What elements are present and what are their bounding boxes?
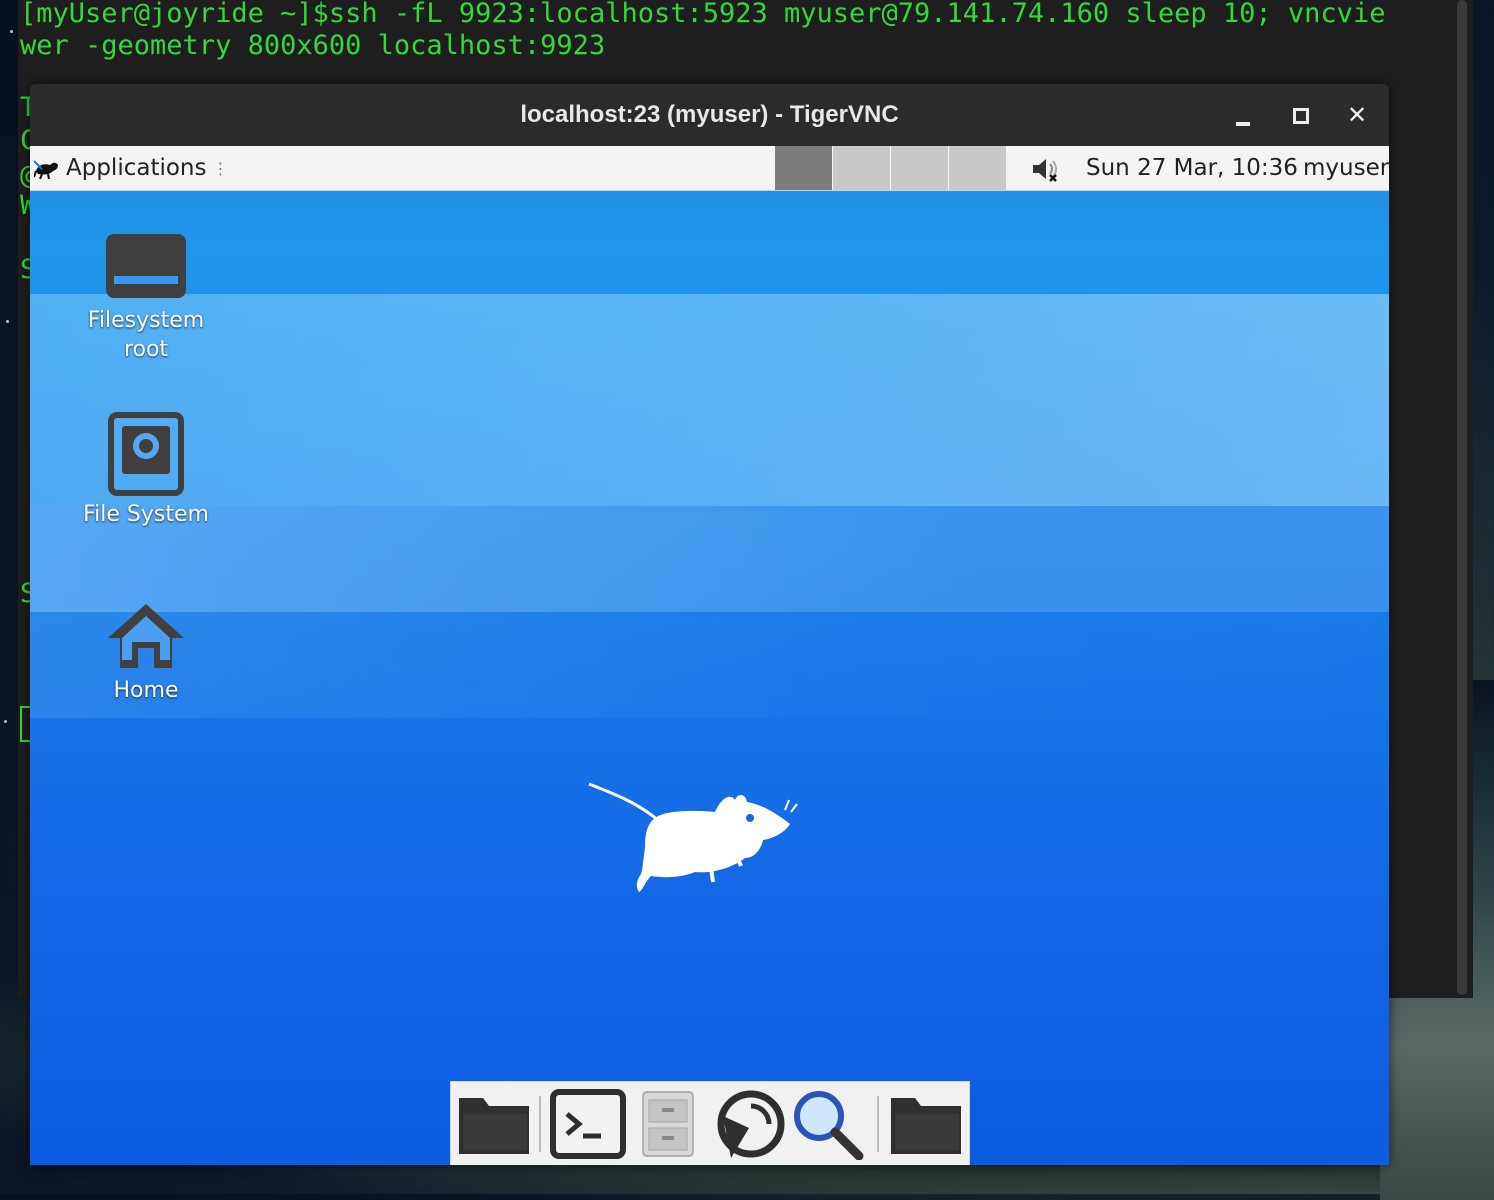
remote-desktop[interactable]: Applications ⋮ Sun 27 Mar, 10:36 myuser … [30,146,1389,1165]
star [4,720,7,723]
maximize-button[interactable] [1283,98,1317,132]
panel-handle: ⋮ [212,158,229,178]
user-menu[interactable]: myuser [1303,146,1389,190]
home-icon [108,604,184,668]
workspace-1[interactable] [775,146,832,190]
vnc-titlebar[interactable]: localhost:23 (myuser) - TigerVNC ✕ [30,84,1389,146]
icon-label: Filesystem [87,308,205,333]
terminal-icon[interactable] [549,1088,627,1160]
vnc-viewer-window[interactable]: localhost:23 (myuser) - TigerVNC ✕ Appli… [30,84,1389,1165]
applications-menu[interactable]: Applications ⋮ [34,146,229,190]
dock-separator [877,1096,879,1152]
close-icon: ✕ [1346,101,1368,129]
dock-separator [539,1096,541,1152]
desktop-icon-filesystem-root[interactable]: Filesystem root [66,232,226,364]
drive-icon [106,234,186,298]
xfce-mouse-icon [34,160,58,179]
maximize-icon [1293,108,1309,124]
search-icon[interactable] [789,1088,867,1160]
workspace-2[interactable] [833,146,890,190]
wallpaper-band [30,294,1389,506]
folder-icon[interactable] [455,1088,533,1160]
close-button[interactable]: ✕ [1340,98,1374,132]
wallpaper-band [30,506,1389,612]
desktop-icon-home[interactable]: Home [66,600,226,705]
minimize-icon [1236,122,1250,126]
terminal-line-1: [myUser@joyride ~]$ssh -fL 9923:localhos… [20,0,1386,29]
minimize-button[interactable] [1226,98,1260,132]
top-panel: Applications ⋮ Sun 27 Mar, 10:36 myuser [30,146,1389,191]
clock[interactable]: Sun 27 Mar, 10:36 [1086,146,1298,190]
dock [450,1081,970,1165]
file-cabinet-icon[interactable] [629,1088,707,1160]
workspace-4[interactable] [949,146,1006,190]
star [6,320,9,323]
icon-label: Home [113,678,179,703]
desktop-icon-file-system[interactable]: File System [66,412,226,529]
speaker-muted-icon[interactable] [1030,154,1062,184]
window-title: localhost:23 (myuser) - TigerVNC [520,101,899,128]
workspace-3[interactable] [891,146,948,190]
harddisk-icon [108,412,184,496]
applications-label: Applications [66,155,207,181]
folder-icon[interactable] [887,1088,965,1160]
terminal-cursor [20,706,30,742]
terminal-line-2: wer -geometry 800x600 localhost:9923 [20,30,606,61]
wallpaper-band [30,612,1389,718]
terminal-scrollbar[interactable] [1457,0,1467,995]
icon-label: root [123,337,169,362]
star [10,30,13,33]
web-browser-icon[interactable] [709,1088,787,1160]
xfce-mouse-logo [588,782,798,892]
icon-label: File System [83,502,209,527]
